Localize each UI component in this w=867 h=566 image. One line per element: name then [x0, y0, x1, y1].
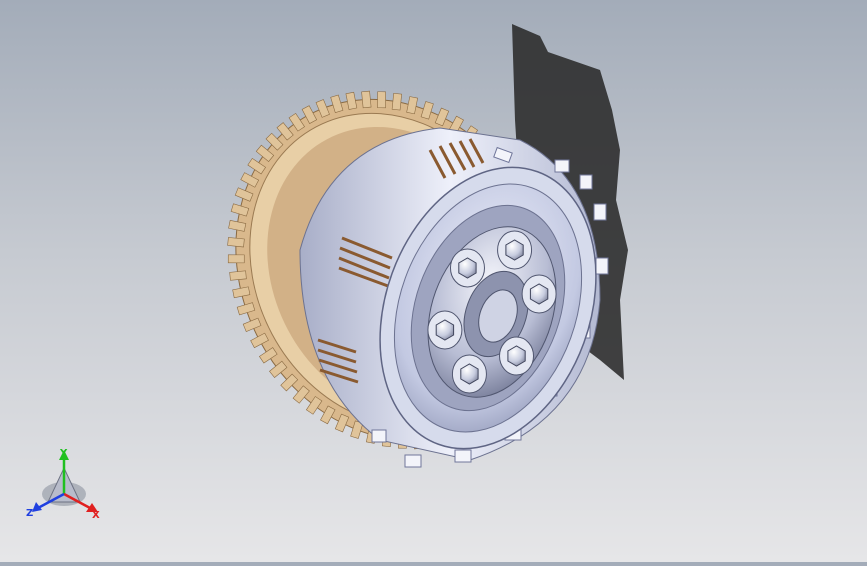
x-axis-label: X — [92, 510, 100, 521]
hub-bolt — [521, 274, 557, 314]
gear-tooth — [361, 90, 372, 109]
gear-tooth — [227, 254, 245, 264]
hub-bolt — [499, 336, 535, 376]
gear-tooth — [229, 270, 247, 281]
model-view[interactable] — [0, 0, 867, 562]
gear-tooth — [227, 237, 245, 248]
z-axis-label: Z — [26, 508, 33, 519]
hub-bolt — [449, 248, 485, 288]
hub-bolt — [451, 354, 487, 394]
gear-tooth — [377, 91, 386, 109]
hub-bolt — [497, 230, 533, 270]
graphics-viewport[interactable]: Y X Z — [0, 0, 867, 562]
gear-tooth — [391, 92, 402, 111]
coordinate-triad: Y X Z — [26, 448, 100, 521]
y-axis-label: Y — [59, 448, 68, 459]
hub-bolt — [427, 310, 463, 350]
